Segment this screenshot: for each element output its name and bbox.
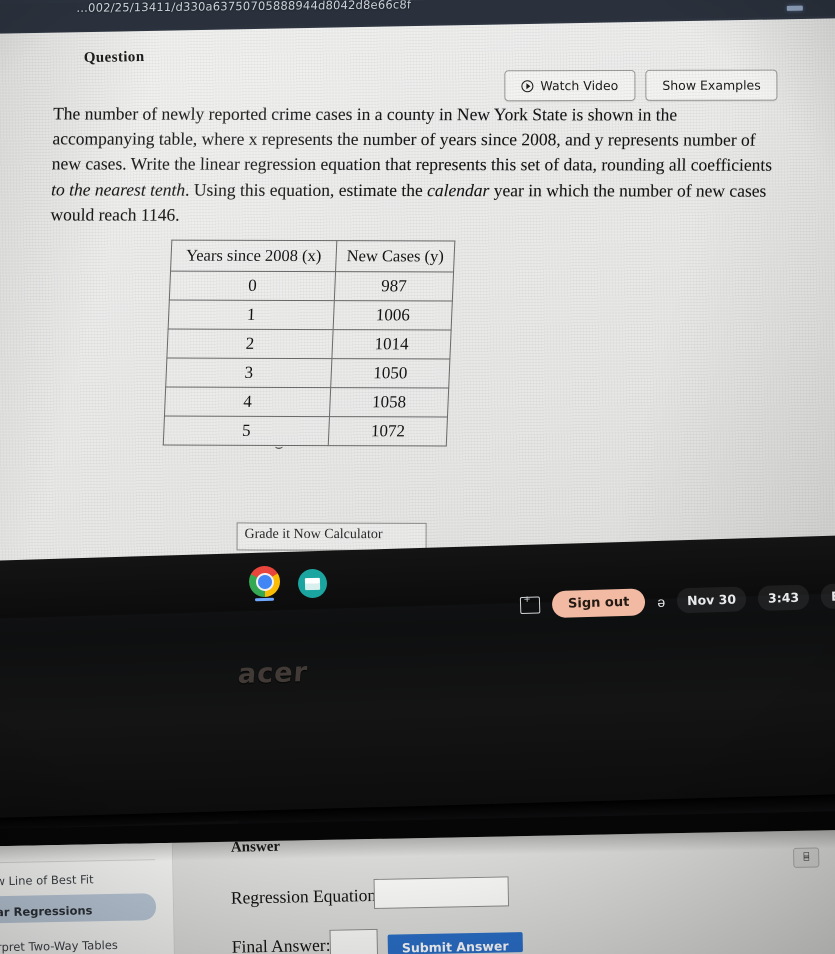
regression-equation-input[interactable] xyxy=(373,876,510,909)
account-avatar-icon[interactable]: ə xyxy=(657,593,665,609)
sidebar-divider xyxy=(0,859,156,864)
table-row: 0 987 xyxy=(169,271,454,302)
final-answer-input[interactable] xyxy=(329,928,379,954)
table-header-row: Years since 2008 (x) New Cases (y) xyxy=(170,240,455,273)
cell-x: 0 xyxy=(169,271,336,301)
table-row: 4 1058 xyxy=(164,387,449,418)
cell-y: 987 xyxy=(334,271,454,302)
acer-brand-logo: acer xyxy=(236,656,310,691)
question-text-emphasis-2: calendar xyxy=(426,179,490,200)
cell-y: 1072 xyxy=(328,416,448,447)
question-page: Question Watch Video Show Examples The n… xyxy=(0,18,835,574)
topic-sidebar: w Line of Best Fit ar Regressions rpret … xyxy=(0,842,176,954)
extd-label[interactable]: EXTD xyxy=(820,582,835,610)
sign-out-button[interactable]: Sign out xyxy=(551,588,646,619)
question-actions: Watch Video Show Examples xyxy=(504,69,778,102)
cell-y: 1006 xyxy=(333,300,453,331)
answer-header: Answer xyxy=(230,838,281,853)
cell-x: 2 xyxy=(166,329,334,359)
mouse-cursor-icon: ⌣ xyxy=(274,438,284,454)
play-circle-icon xyxy=(521,79,534,92)
table-row: 2 1014 xyxy=(166,329,452,360)
cell-x: 3 xyxy=(165,358,332,388)
time-label[interactable]: 3:43 xyxy=(757,584,810,611)
show-examples-label: Show Examples xyxy=(662,77,761,93)
table-row: 3 1050 xyxy=(165,358,451,389)
cell-x: 4 xyxy=(164,387,331,417)
watch-video-label: Watch Video xyxy=(540,77,619,94)
sidebar-item-line-of-best-fit[interactable]: w Line of Best Fit xyxy=(0,872,94,888)
cell-x: 1 xyxy=(168,300,335,330)
question-text-part1: The number of newly reported crime cases… xyxy=(51,103,773,176)
minimize-button[interactable] xyxy=(786,5,803,11)
submit-answer-button[interactable]: Submit Answer xyxy=(387,932,523,954)
calculator-icon[interactable]: ⌸ xyxy=(793,847,820,868)
regression-equation-label: Regression Equation: xyxy=(230,884,382,908)
secondary-screen: w Line of Best Fit ar Regressions rpret … xyxy=(0,829,835,954)
data-table: Years since 2008 (x) New Cases (y) 0 987… xyxy=(162,239,456,447)
show-examples-button[interactable]: Show Examples xyxy=(645,69,778,101)
laptop-photo: acer ...002/25/13411/d330a63750705888944… xyxy=(0,0,835,954)
page-title: Question xyxy=(83,49,145,67)
question-body: The number of newly reported crime cases… xyxy=(50,101,783,228)
column-header-y: New Cases (y) xyxy=(335,240,455,273)
question-text-part2: . Using this equation, estimate the xyxy=(184,179,428,200)
cutoff-text: Grade it Now Calculator xyxy=(244,526,383,541)
final-answer-label: Final Answer: xyxy=(231,934,331,954)
table-row: 1 1006 xyxy=(168,300,453,331)
sidebar-item-two-way-tables[interactable]: rpret Two-Way Tables xyxy=(0,938,118,954)
active-app-indicator xyxy=(254,597,275,601)
laptop-screen: ...002/25/13411/d330a63750705888944d8042… xyxy=(0,0,835,608)
data-table-wrapper: Years since 2008 (x) New Cases (y) 0 987… xyxy=(162,239,456,454)
question-text-emphasis-1: to the nearest tenth xyxy=(50,178,186,200)
watch-video-button[interactable]: Watch Video xyxy=(504,69,636,102)
cell-y: 1058 xyxy=(329,387,449,418)
cell-y: 1050 xyxy=(330,358,451,389)
cell-y: 1014 xyxy=(331,329,452,360)
date-label[interactable]: Nov 30 xyxy=(676,586,747,614)
cast-icon[interactable] xyxy=(519,596,541,615)
cell-x: 5 xyxy=(163,416,330,446)
column-header-x: Years since 2008 (x) xyxy=(170,240,337,272)
sidebar-item-linear-regressions[interactable]: ar Regressions xyxy=(0,903,93,919)
table-row: 5 1072 xyxy=(163,416,448,447)
